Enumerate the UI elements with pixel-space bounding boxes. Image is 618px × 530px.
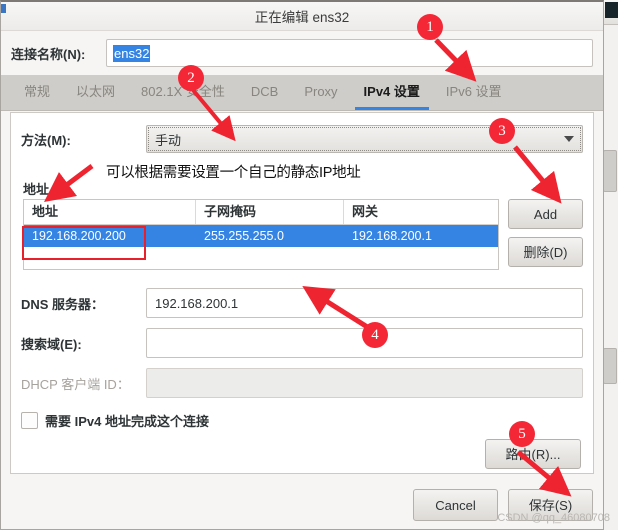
connection-name-row: 连接名称(N): ens32 [1,31,603,75]
delete-button[interactable]: 删除(D) [508,237,583,267]
background-window-scrollbar-upper[interactable] [603,150,617,192]
annotation-note: 可以根据需要设置一个自己的静态IP地址 [106,165,361,181]
dhcp-client-id-label: DHCP 客户端 ID： [21,376,130,392]
method-value: 手动 [155,132,182,148]
connection-name-input[interactable]: ens32 [106,39,593,67]
column-header-address: 地址 [24,200,196,224]
require-ipv4-label: 需要 IPv4 地址完成这个连接 [45,413,209,429]
background-window-icon [605,2,618,18]
highlight-box-ip-address [22,226,146,260]
addresses-table-header: 地址 子网掩码 网关 [24,200,498,225]
addresses-button-group: Add 删除(D) [508,199,583,270]
cell-gateway[interactable]: 192.168.200.1 [344,225,498,247]
tab-proxy[interactable]: Proxy [291,76,350,110]
dhcp-client-id-row: DHCP 客户端 ID： [11,365,593,401]
chevron-down-icon [564,136,574,142]
search-domains-label: 搜索域(E): [21,336,82,352]
cell-netmask[interactable]: 255.255.255.0 [196,225,344,247]
dhcp-client-id-input [146,368,583,398]
dialog-title: 正在编辑 ens32 [254,10,350,25]
background-window-scrollbar-lower[interactable] [603,348,617,384]
column-header-netmask: 子网掩码 [196,200,344,224]
connection-name-value: ens32 [113,44,151,62]
dns-servers-row: DNS 服务器： 192.168.200.1 [11,285,593,321]
tab-ethernet[interactable]: 以太网 [63,76,128,110]
marker-2: 2 [178,65,204,91]
method-dropdown[interactable]: 手动 [146,125,583,153]
watermark: CSDN @qq_46080708 [497,512,610,524]
routes-button[interactable]: 路由(R)... [485,439,581,469]
tab-ipv4-settings[interactable]: IPv4 设置 [351,76,433,110]
tab-ipv6-settings[interactable]: IPv6 设置 [433,76,515,110]
marker-3: 3 [489,118,515,144]
marker-5: 5 [509,421,535,447]
add-button[interactable]: Add [508,199,583,229]
cancel-button[interactable]: Cancel [413,489,498,521]
tab-dcb[interactable]: DCB [238,76,291,110]
method-label: 方法(M): [21,132,71,148]
settings-tabbar: 常规 以太网 802.1X 安全性 DCB Proxy IPv4 设置 IPv6… [1,75,603,111]
edit-connection-dialog: 正在编辑 ens32 连接名称(N): ens32 常规 以太网 802.1X … [0,0,604,530]
column-header-gateway: 网关 [352,204,379,219]
dns-servers-label: DNS 服务器： [21,296,105,312]
require-ipv4-checkbox[interactable] [21,411,38,429]
addresses-section-title: 地址 [23,182,50,197]
connection-name-label: 连接名称(N): [11,46,86,62]
marker-4: 4 [362,322,388,348]
search-domains-row: 搜索域(E): [11,325,593,361]
tab-general[interactable]: 常规 [11,76,63,110]
dialog-titlebar: 正在编辑 ens32 [1,2,603,31]
ipv4-settings-panel: 方法(M): 手动 可以根据需要设置一个自己的静态IP地址 地址 地址 子网掩码… [10,112,594,474]
marker-1: 1 [417,14,443,40]
require-ipv4-row[interactable]: 需要 IPv4 地址完成这个连接 [11,407,593,433]
window-accent-marker [1,4,6,13]
dns-servers-input[interactable]: 192.168.200.1 [146,288,583,318]
